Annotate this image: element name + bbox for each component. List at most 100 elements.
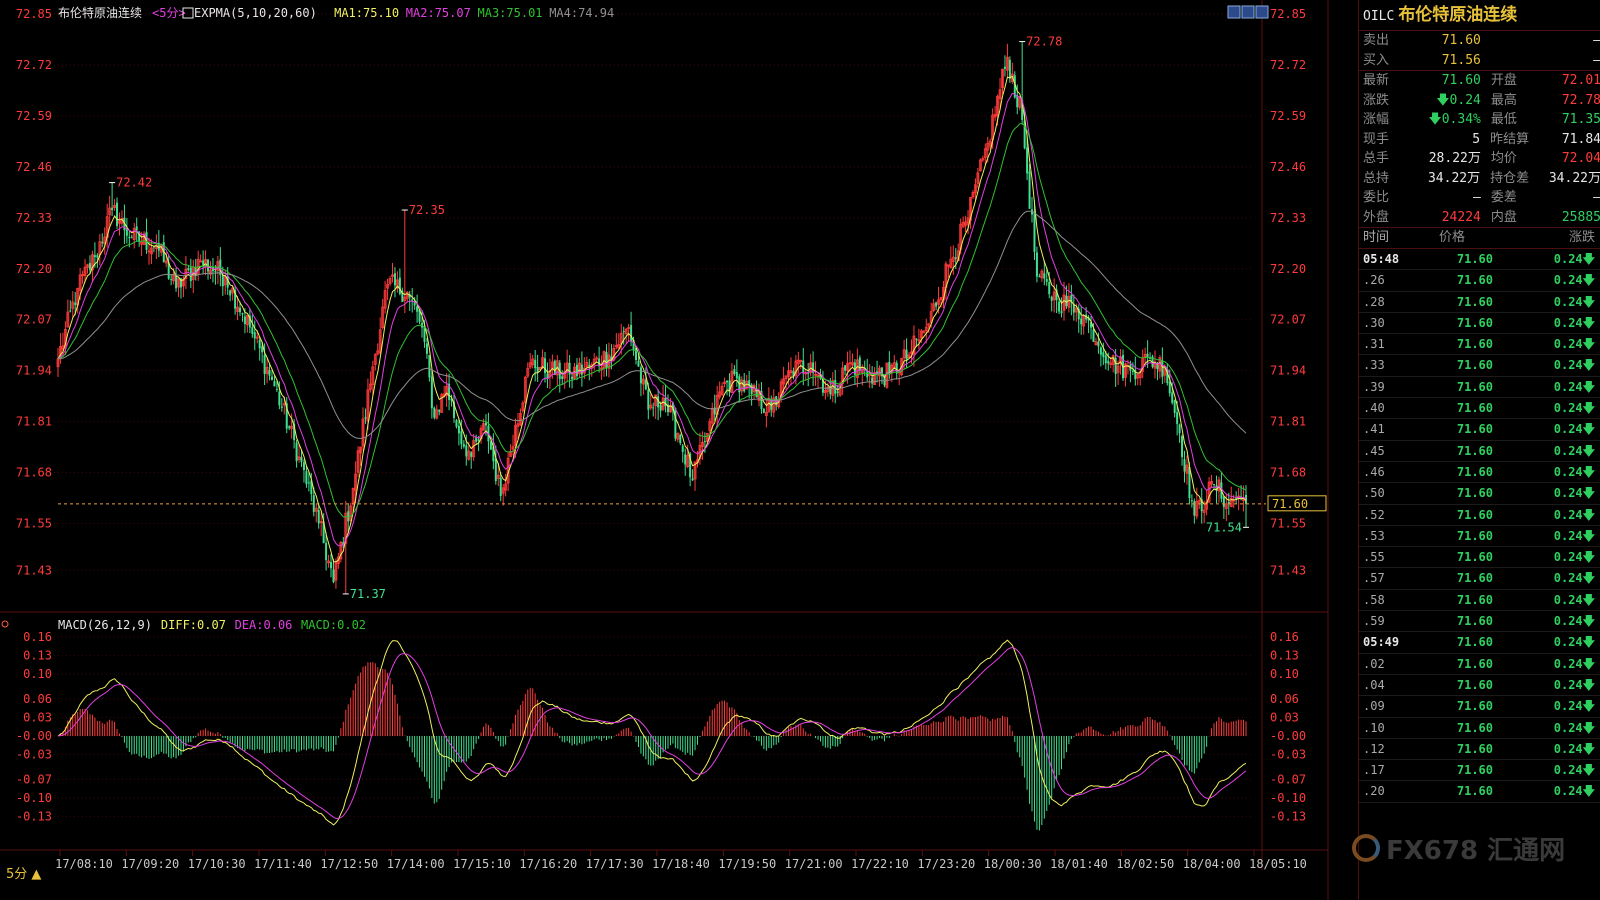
- quote-row: 涨幅 🡇0.34% 最低 71.35: [1359, 110, 1600, 130]
- quote-row: 卖出 71.60 —: [1359, 31, 1600, 51]
- candle-body-down: [659, 405, 662, 411]
- last-price-label: 71.60: [1272, 497, 1308, 511]
- price-tick-left: 72.07: [16, 313, 52, 327]
- tick-list[interactable]: 05:48 71.60 0.24🡇 .26 71.60 0.24🡇 .28 71.60 0.24…: [1359, 249, 1600, 803]
- tick-row[interactable]: .02 71.60 0.24🡇: [1359, 654, 1600, 675]
- tick-change: 0.24🡇: [1553, 379, 1595, 394]
- tick-time: .31: [1363, 337, 1385, 352]
- quote-row: 最新 71.60 开盘 72.01: [1359, 71, 1600, 91]
- tick-row[interactable]: .57 71.60 0.24🡇: [1359, 568, 1600, 590]
- tick-change: 0.24🡇: [1553, 401, 1595, 416]
- candle-body-down: [1060, 311, 1063, 314]
- tick-change: 0.24🡇: [1553, 741, 1595, 756]
- tick-row[interactable]: .17 71.60 0.24🡇: [1359, 760, 1600, 782]
- tick-row[interactable]: 05:48 71.60 0.24🡇: [1359, 249, 1600, 271]
- tick-row[interactable]: .45 71.60 0.24🡇: [1359, 441, 1600, 462]
- candle-body-down: [125, 229, 128, 236]
- tick-row[interactable]: .20 71.60 0.24🡇: [1359, 781, 1600, 803]
- tick-row[interactable]: .31 71.60 0.24🡇: [1359, 334, 1600, 356]
- tick-row[interactable]: .59 71.60 0.24🡇: [1359, 611, 1600, 633]
- extreme-label: 71.54: [1206, 520, 1242, 534]
- period-button[interactable]: 5分 ▲: [6, 863, 41, 882]
- tick-row[interactable]: .12 71.60 0.24🡇: [1359, 739, 1600, 761]
- candle-body-down: [1104, 355, 1107, 364]
- tick-change: 0.24🡇: [1553, 315, 1595, 330]
- tick-row[interactable]: .30 71.60 0.24🡇: [1359, 313, 1600, 335]
- time-tick-label: 17/16:20: [519, 857, 577, 871]
- candle-body-down: [935, 302, 938, 307]
- tick-change: 0.24🡇: [1553, 464, 1595, 479]
- quote-value: —: [1473, 190, 1481, 205]
- candle-body-down: [762, 409, 765, 413]
- macd-tick-left: -0.10: [16, 791, 52, 805]
- price-tick-left: 71.81: [16, 415, 52, 429]
- tick-row[interactable]: .55 71.60 0.24🡇: [1359, 547, 1600, 569]
- candle-body-down: [477, 439, 480, 441]
- candle-body-down: [187, 268, 190, 270]
- candle-body-down: [438, 410, 441, 412]
- candlestick-chart[interactable]: 72.85 72.85 72.72 72.72 72.59 72.59 72.46 72.46…: [0, 0, 1358, 900]
- tick-change: 0.24🡇: [1553, 614, 1595, 629]
- extreme-label: 72.78: [1026, 35, 1062, 49]
- time-tick-label: 17/08:10: [55, 857, 113, 871]
- quote-label: 委差: [1490, 190, 1517, 205]
- candle-body-down: [915, 338, 918, 340]
- candle-body-down: [647, 389, 650, 410]
- candle-body-down: [470, 452, 473, 457]
- tick-row[interactable]: .58 71.60 0.24🡇: [1359, 590, 1600, 612]
- tick-row[interactable]: .52 71.60 0.24🡇: [1359, 505, 1600, 526]
- tick-price: 71.60: [1456, 720, 1493, 735]
- candle-body-down: [1026, 147, 1029, 174]
- candle-body-down: [1114, 357, 1117, 375]
- tick-time: .55: [1363, 550, 1385, 565]
- extreme-label: 72.42: [116, 176, 152, 190]
- quote-row: 委比 — 委差 —: [1359, 188, 1600, 208]
- tick-change: 0.24🡇: [1553, 528, 1595, 543]
- chart-type-icon[interactable]: [1241, 5, 1255, 19]
- tick-row[interactable]: .41 71.60 0.24🡇: [1359, 419, 1600, 441]
- candle-body-down: [1213, 483, 1216, 485]
- tick-time: .41: [1363, 422, 1385, 437]
- quote-row: 外盘 24224 内盘 25885: [1359, 208, 1600, 228]
- settings-icon[interactable]: [1255, 5, 1269, 19]
- quote-label: [1487, 31, 1526, 51]
- legend-ma1: MA1:75.10: [334, 6, 399, 20]
- candle-body-down: [229, 290, 232, 296]
- tick-row[interactable]: .53 71.60 0.24🡇: [1359, 526, 1600, 548]
- tick-price: 71.60: [1456, 677, 1493, 692]
- candle-body-down: [1168, 381, 1171, 394]
- tick-row[interactable]: .50 71.60 0.24🡇: [1359, 483, 1600, 505]
- zoom-icon[interactable]: [1227, 5, 1241, 19]
- quote-label: [1487, 51, 1526, 71]
- tick-row[interactable]: .33 71.60 0.24🡇: [1359, 355, 1600, 377]
- tick-row[interactable]: .10 71.60 0.24🡇: [1359, 718, 1600, 739]
- candle-body-down: [393, 273, 396, 286]
- quote-label: 最新: [1363, 73, 1390, 88]
- quote-value: 71.84: [1561, 131, 1600, 147]
- tick-row[interactable]: .28 71.60 0.24🡇: [1359, 292, 1600, 313]
- tick-time: .45: [1363, 443, 1385, 458]
- candle-body-down: [750, 384, 753, 395]
- macd-legend-diff: DIFF:0.07: [161, 618, 226, 632]
- time-tick-label: 17/18:40: [652, 857, 710, 871]
- tick-row[interactable]: .39 71.60 0.24🡇: [1359, 377, 1600, 399]
- macd-tick-left: -0.07: [16, 772, 52, 786]
- tick-row[interactable]: .04 71.60 0.24🡇: [1359, 675, 1600, 697]
- candle-body-down: [433, 407, 436, 418]
- tick-time: .53: [1363, 528, 1385, 543]
- tick-price: 71.60: [1456, 464, 1493, 479]
- candle-body-down: [330, 562, 333, 569]
- candle-body-down: [844, 365, 847, 371]
- candle-body-down: [416, 306, 419, 312]
- quote-value: 🡇0.24: [1436, 92, 1481, 108]
- tick-row[interactable]: .09 71.60 0.24🡇: [1359, 696, 1600, 718]
- candle-body-down: [69, 310, 72, 312]
- tick-row[interactable]: .40 71.60 0.24🡇: [1359, 398, 1600, 420]
- tick-time: .46: [1363, 464, 1385, 479]
- candle-body-down: [858, 357, 861, 371]
- tick-row[interactable]: .26 71.60 0.24🡇: [1359, 270, 1600, 292]
- candle-body-down: [305, 471, 308, 485]
- tick-row[interactable]: .46 71.60 0.24🡇: [1359, 462, 1600, 484]
- candle-body-down: [251, 327, 254, 334]
- tick-row[interactable]: 05:49 71.60 0.24🡇: [1359, 632, 1600, 654]
